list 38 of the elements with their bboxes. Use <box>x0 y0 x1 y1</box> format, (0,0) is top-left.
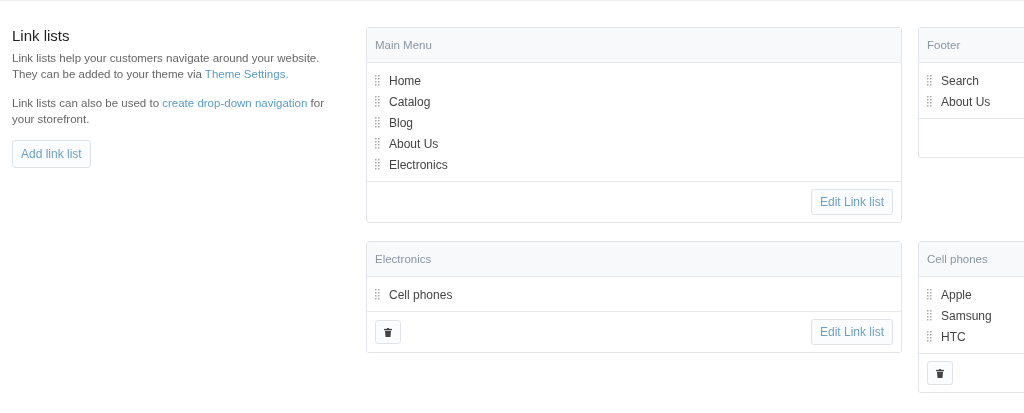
link-item: Cell phones <box>389 287 453 302</box>
card-title: Footer <box>919 28 1024 63</box>
trash-icon <box>936 368 944 378</box>
edit-link-list-button[interactable]: Edit Link list <box>810 319 893 345</box>
drag-handle-icon[interactable] <box>375 289 380 300</box>
drag-handle-icon[interactable] <box>927 331 932 342</box>
add-link-list-button[interactable]: Add link list <box>12 140 91 168</box>
link-item: Catalog <box>389 94 431 109</box>
drag-handle-icon[interactable] <box>375 159 380 170</box>
link-item: About Us <box>389 136 439 151</box>
section-title: Link lists <box>12 27 71 44</box>
drag-handle-icon[interactable] <box>375 138 380 149</box>
link-item: About Us <box>941 94 991 109</box>
link-item: Blog <box>389 115 414 130</box>
link-item: Electronics <box>389 157 448 172</box>
link-item: Home <box>389 73 421 88</box>
link-item: HTC <box>941 329 966 344</box>
link-item: Search <box>941 73 980 88</box>
card-title: Cell phones <box>919 242 1024 277</box>
drag-handle-icon[interactable] <box>927 75 932 86</box>
drag-handle-icon[interactable] <box>927 96 932 107</box>
trash-icon <box>384 327 392 337</box>
text-link[interactable]: create drop-down navigation <box>162 97 308 109</box>
text-link[interactable]: Theme Settings. <box>204 68 289 80</box>
card-title: Main Menu <box>367 28 901 63</box>
drag-handle-icon[interactable] <box>375 117 380 128</box>
card-title: Electronics <box>367 242 901 277</box>
link-item: Samsung <box>941 308 992 323</box>
link-item: Apple <box>941 287 972 302</box>
drag-handle-icon[interactable] <box>927 289 932 300</box>
drag-handle-icon[interactable] <box>375 75 380 86</box>
delete-button[interactable] <box>927 361 953 385</box>
delete-button[interactable] <box>375 320 401 344</box>
description-text: Link lists help your customers navigate around your website. They can be added to your theme via Theme Settings. <box>12 51 321 82</box>
edit-link-list-button[interactable]: Edit Link list <box>810 189 893 215</box>
drag-handle-icon[interactable] <box>927 310 932 321</box>
drag-handle-icon[interactable] <box>375 96 380 107</box>
description-text: Link lists can also be used to create drop-down navigation for your storefront. <box>12 96 325 127</box>
